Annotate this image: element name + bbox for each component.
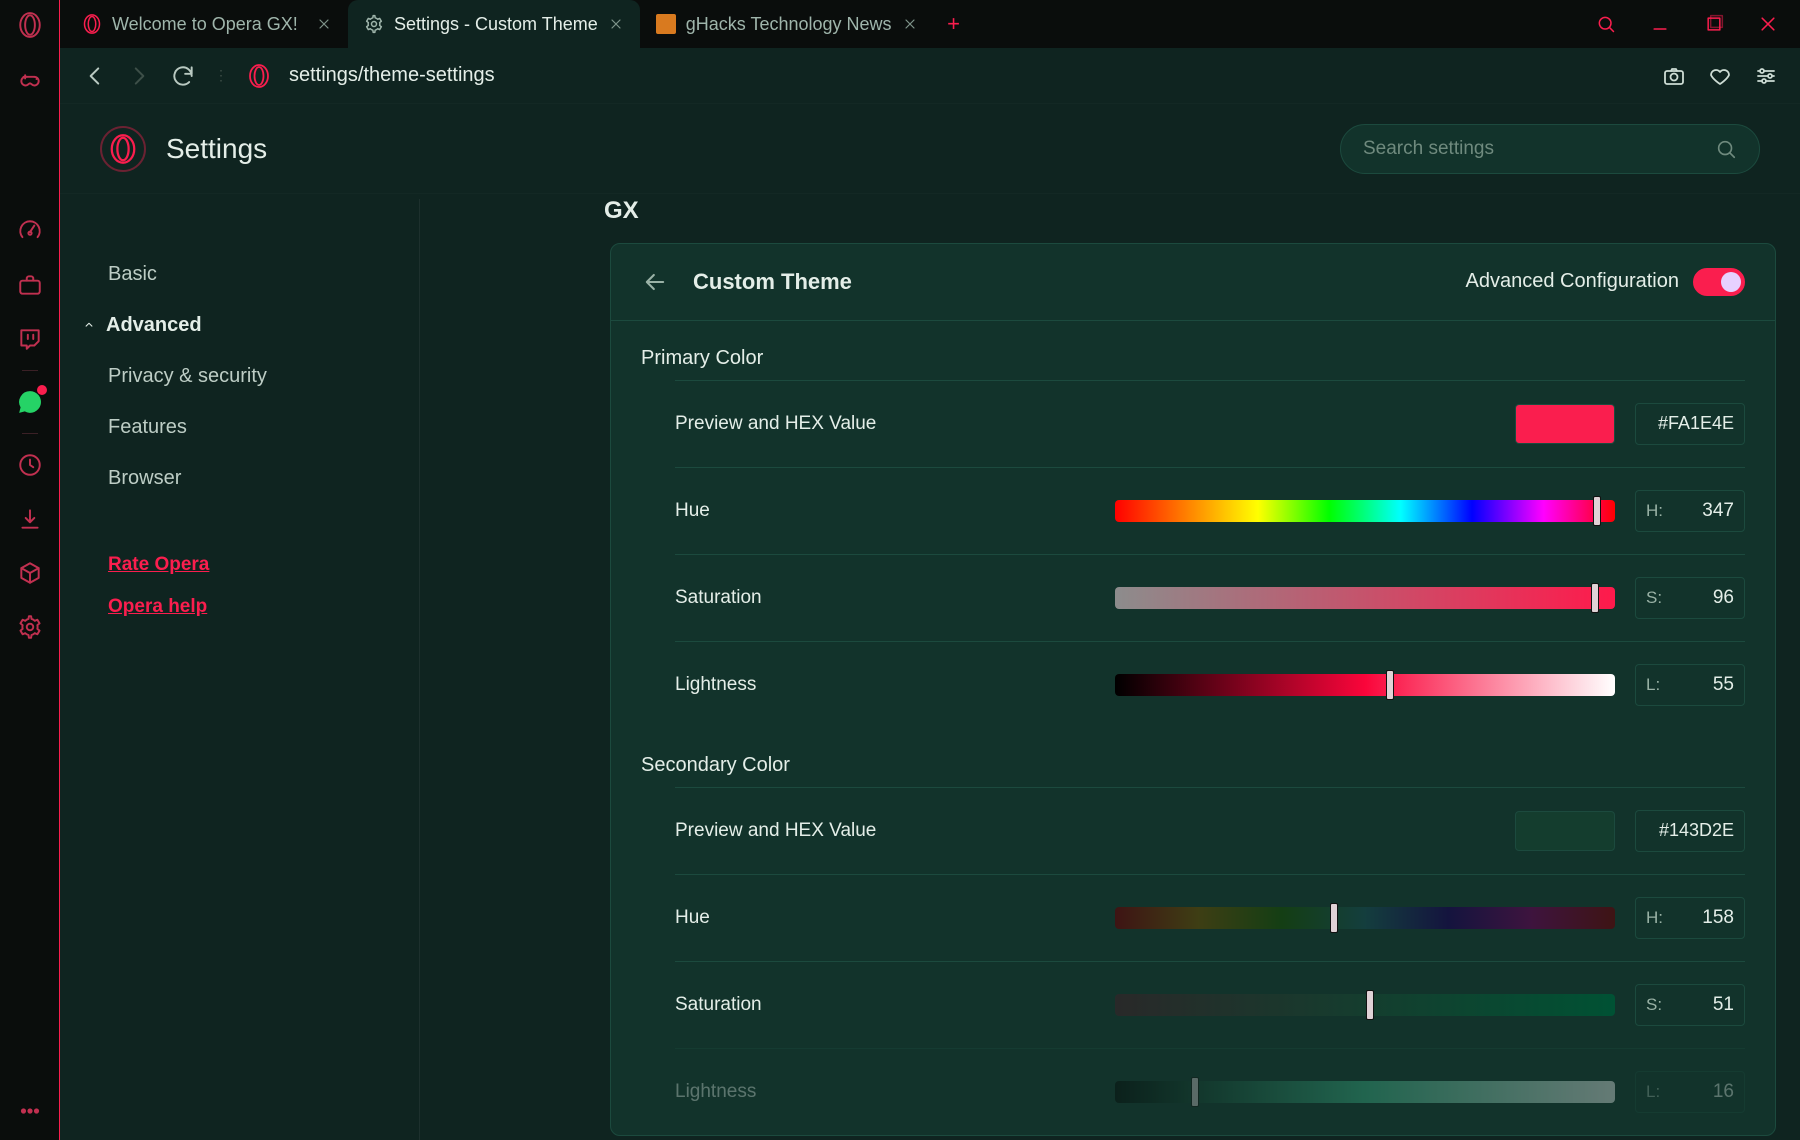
sidebar-item-label: Advanced — [106, 314, 202, 337]
sidebar-item-basic[interactable]: Basic — [108, 249, 419, 300]
saturation-label: Saturation — [675, 994, 1095, 1016]
gear-icon[interactable] — [17, 614, 43, 640]
opera-logo-icon — [100, 126, 146, 172]
card-title: Custom Theme — [693, 269, 852, 295]
rate-opera-link[interactable]: Rate Opera — [108, 544, 419, 586]
minimize-icon[interactable] — [1650, 14, 1670, 34]
tab-strip: Welcome to Opera GX! Settings - Custom T… — [60, 0, 1800, 48]
primary-color-swatch — [1515, 404, 1615, 444]
lightness-label: Lightness — [675, 674, 1095, 696]
main-pane: GX Custom Theme Advanced Configuration P… — [420, 199, 1800, 1140]
sidebar-item-advanced[interactable]: Advanced — [82, 300, 419, 351]
separator-dots: ⋮ — [214, 67, 229, 84]
primary-hue-box[interactable]: H: 347 — [1635, 490, 1745, 532]
advanced-config-label: Advanced Configuration — [1466, 270, 1679, 293]
secondary-sat-box[interactable]: S: 51 — [1635, 984, 1745, 1026]
secondary-color-heading: Secondary Color — [611, 728, 1775, 787]
settings-sidebar: Basic Advanced Privacy & security Featur… — [60, 199, 420, 1140]
lightness-label: Lightness — [675, 1081, 1095, 1103]
back-icon[interactable] — [641, 268, 669, 296]
cube-icon[interactable] — [17, 560, 43, 586]
download-icon[interactable] — [17, 506, 43, 532]
custom-theme-card: Custom Theme Advanced Configuration Prim… — [610, 243, 1776, 1136]
secondary-hue-slider[interactable] — [1115, 907, 1615, 929]
close-window-icon[interactable] — [1758, 14, 1778, 34]
secondary-light-box: L: 16 — [1635, 1071, 1745, 1113]
search-icon — [1715, 138, 1737, 160]
more-icon[interactable] — [17, 1098, 43, 1124]
advanced-config-toggle[interactable] — [1693, 268, 1745, 296]
search-icon[interactable] — [1596, 14, 1616, 34]
secondary-hex-box[interactable]: #143D2E — [1635, 810, 1745, 852]
sidebar-item-features[interactable]: Features — [108, 402, 419, 453]
new-tab-button[interactable]: + — [934, 0, 974, 48]
gear-icon — [364, 14, 384, 34]
secondary-hue-box[interactable]: H: 158 — [1635, 897, 1745, 939]
primary-color-heading: Primary Color — [611, 321, 1775, 380]
primary-light-box[interactable]: L: 55 — [1635, 664, 1745, 706]
camera-icon[interactable] — [1662, 64, 1686, 88]
hue-label: Hue — [675, 907, 1095, 929]
chevron-up-icon — [82, 318, 96, 332]
tab-welcome[interactable]: Welcome to Opera GX! — [66, 0, 348, 48]
opera-logo-icon[interactable] — [17, 12, 43, 38]
sidebar-item-browser[interactable]: Browser — [108, 453, 419, 504]
tab-label: gHacks Technology News — [686, 14, 892, 35]
twitch-icon[interactable] — [17, 326, 43, 352]
primary-hex-box[interactable]: #FA1E4E — [1635, 403, 1745, 445]
primary-sat-slider[interactable] — [1115, 587, 1615, 609]
back-icon[interactable] — [82, 63, 108, 89]
opera-logo-icon — [82, 14, 102, 34]
secondary-light-slider — [1115, 1081, 1615, 1103]
primary-sat-box[interactable]: S: 96 — [1635, 577, 1745, 619]
sidebar-item-privacy[interactable]: Privacy & security — [108, 351, 419, 402]
opera-help-link[interactable]: Opera help — [108, 586, 419, 628]
primary-light-slider[interactable] — [1115, 674, 1615, 696]
maximize-icon[interactable] — [1704, 14, 1724, 34]
saturation-label: Saturation — [675, 587, 1095, 609]
preview-hex-label: Preview and HEX Value — [675, 820, 1495, 842]
secondary-sat-slider[interactable] — [1115, 994, 1615, 1016]
briefcase-icon[interactable] — [17, 272, 43, 298]
rail-divider — [22, 433, 38, 434]
close-icon[interactable] — [902, 16, 918, 32]
preview-hex-label: Preview and HEX Value — [675, 413, 1495, 435]
toolbar: ⋮ settings/theme-settings — [60, 48, 1800, 104]
tab-ghacks[interactable]: gHacks Technology News — [640, 0, 934, 48]
secondary-color-swatch — [1515, 811, 1615, 851]
site-favicon — [656, 14, 676, 34]
tab-label: Settings - Custom Theme — [394, 14, 598, 35]
page-title: Settings — [166, 133, 267, 165]
search-input[interactable] — [1363, 138, 1715, 160]
reload-icon[interactable] — [170, 63, 196, 89]
hue-label: Hue — [675, 500, 1095, 522]
settings-header: Settings — [60, 104, 1800, 194]
forward-icon — [126, 63, 152, 89]
sliders-icon[interactable] — [1754, 64, 1778, 88]
whatsapp-icon[interactable] — [17, 389, 43, 415]
primary-hue-slider[interactable] — [1115, 500, 1615, 522]
rail-divider — [22, 370, 38, 371]
close-icon[interactable] — [316, 16, 332, 32]
section-heading-gx: GX — [604, 199, 1776, 225]
left-rail — [0, 0, 60, 1140]
heart-icon[interactable] — [1708, 64, 1732, 88]
search-settings[interactable] — [1340, 124, 1760, 174]
opera-logo-icon — [247, 64, 271, 88]
clock-icon[interactable] — [17, 452, 43, 478]
url-text[interactable]: settings/theme-settings — [289, 64, 495, 87]
tab-label: Welcome to Opera GX! — [112, 14, 298, 35]
game-controller-icon[interactable] — [17, 66, 43, 92]
tab-settings[interactable]: Settings - Custom Theme — [348, 0, 640, 48]
close-icon[interactable] — [608, 16, 624, 32]
gauge-icon[interactable] — [17, 218, 43, 244]
